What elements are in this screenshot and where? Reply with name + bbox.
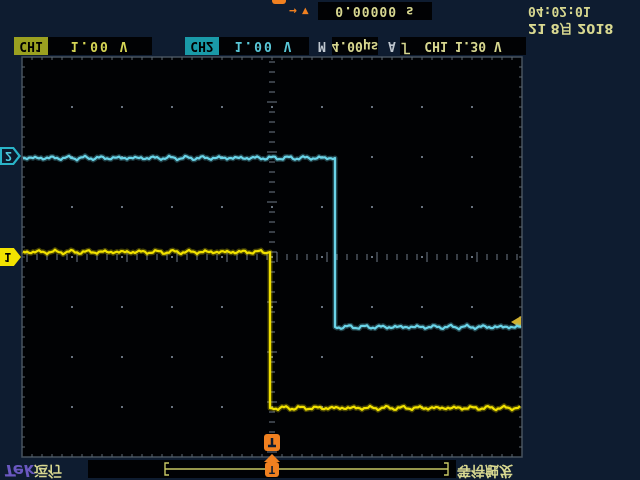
date-display: 21 8月 2018 — [528, 21, 613, 34]
oscilloscope-screen: Tek 运行 T 等待触发 1 2 CH1 1.00 V CH2 1.00 V … — [0, 0, 640, 480]
ch2-marker-label: 2 — [2, 149, 19, 163]
ch1-scale-text: 1.00 V — [71, 39, 130, 54]
screenshot-stage: Tek 运行 T 等待触发 1 2 CH1 1.00 V CH2 1.00 V … — [0, 0, 640, 480]
ch2-label: CH2 — [190, 39, 213, 54]
flipped-screen-wrapper: Tek 运行 T 等待触发 1 2 CH1 1.00 V CH2 1.00 V … — [0, 0, 640, 480]
timebase-label: M — [318, 39, 326, 52]
graticule-and-waveforms — [0, 0, 640, 480]
rising-edge-icon — [400, 42, 411, 55]
trigger-level-text: 1.30 V — [455, 39, 502, 54]
trigger-flag-icon-topbar: T — [265, 462, 279, 477]
arrow-right-icon: → — [289, 4, 297, 17]
ch2-scale-badge: CH2 — [185, 37, 219, 55]
acquisition-status: 运行 — [34, 463, 62, 477]
marker-triangle-icon: ▼ — [302, 6, 309, 17]
time-display: 04:02:01 — [528, 4, 591, 17]
trigger-flag-icon-footer: T — [272, 0, 286, 4]
ch2-scale-value: 1.00 V — [219, 37, 309, 55]
trigger-a-label: A — [388, 39, 396, 52]
ch1-label: CH1 — [19, 39, 42, 54]
timebase-value: 4.00µs — [332, 37, 378, 55]
ch1-scale-badge: CH1 — [14, 37, 48, 55]
timebase-text: 4.00µs — [332, 39, 379, 54]
trigger-readout: CH1 1.30 V — [400, 37, 526, 55]
tek-logo: Tek — [4, 462, 34, 478]
ch2-scale-text: 1.00 V — [235, 39, 294, 54]
trigger-source-text: CH1 — [424, 39, 447, 54]
hposition-value: 0.00000 s — [318, 2, 432, 20]
ch1-scale-value: 1.00 V — [48, 37, 152, 55]
hposition-text: 0.00000 s — [335, 4, 414, 19]
ch1-marker-label: 1 — [4, 250, 11, 264]
trigger-flag-glyph-footer: T — [272, 0, 286, 4]
trigger-status: 等待触发 — [457, 463, 513, 477]
trigger-flag-glyph: T — [265, 462, 279, 477]
